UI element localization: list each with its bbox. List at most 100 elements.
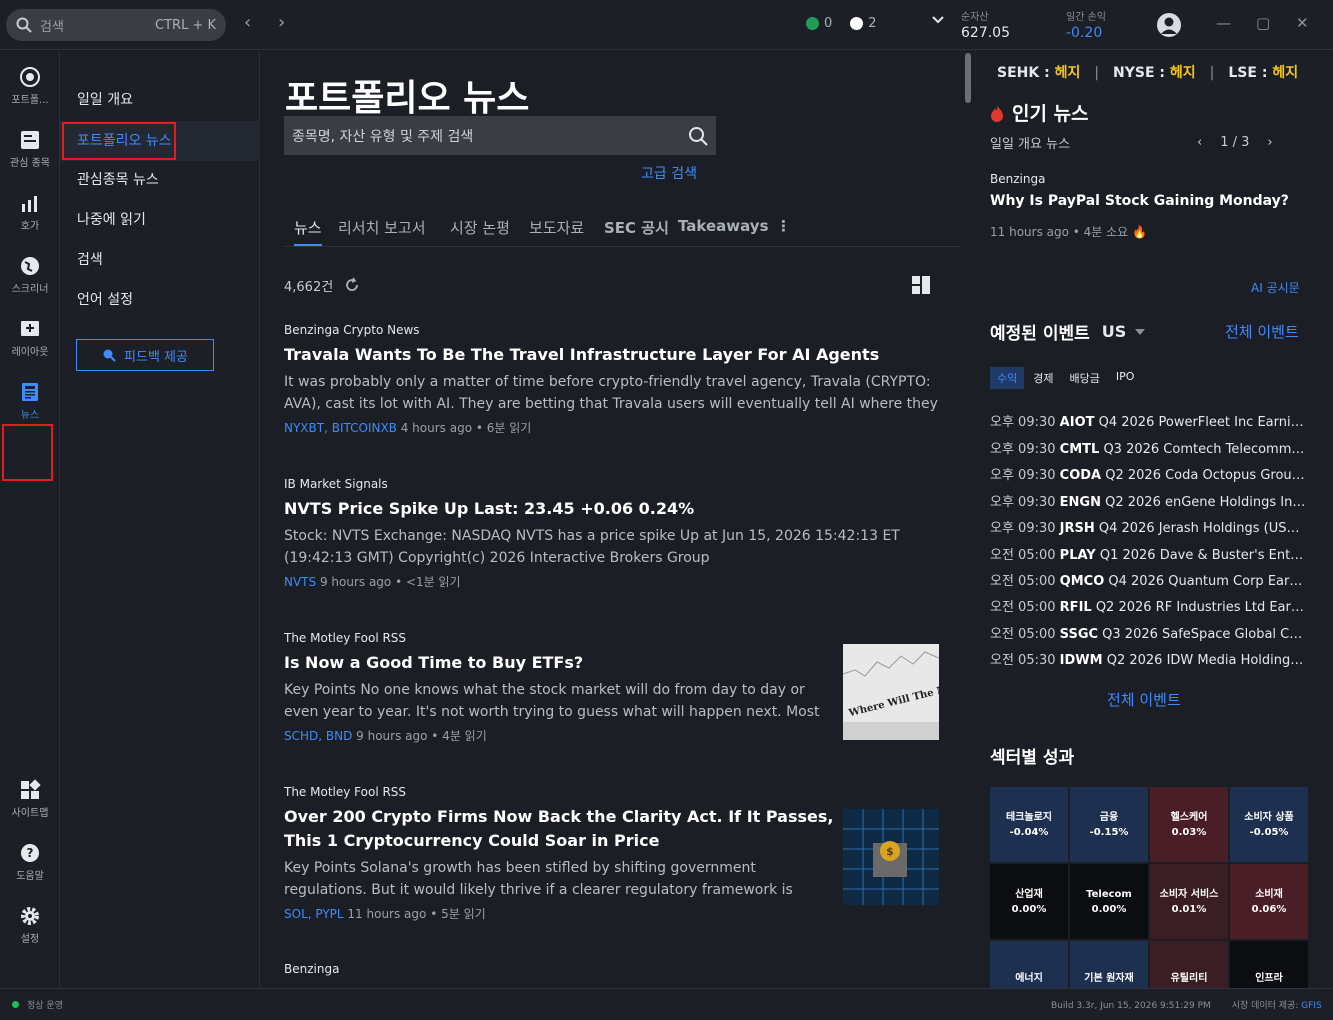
- trending-header: 인기 뉴스: [990, 99, 1089, 126]
- event-symbol: RFIL: [1059, 600, 1092, 615]
- event-time: 오전 05:00: [990, 574, 1056, 589]
- article-title[interactable]: Travala Wants To Be The Travel Infrastru…: [284, 343, 940, 367]
- article-title[interactable]: Is Now a Good Time to Buy ETFs?: [284, 651, 834, 675]
- event-symbol: QMCO: [1059, 574, 1105, 589]
- events-tab-earnings[interactable]: 수익: [990, 367, 1025, 389]
- search-icon[interactable]: [688, 126, 708, 146]
- event-symbol: AIOT: [1059, 415, 1095, 430]
- advanced-search-link[interactable]: 고급 검색: [641, 163, 697, 183]
- rail-item-settings[interactable]: 설정: [0, 905, 60, 945]
- article-title[interactable]: NVTS Price Spike Up Last: 23.45 +0.06 0.…: [284, 497, 940, 521]
- ai-summary-link[interactable]: AI 공시문: [1251, 279, 1300, 296]
- tab-sec-filings[interactable]: SEC 공시: [604, 217, 669, 238]
- event-row[interactable]: 오후 09:30 CODA Q2 2026 Coda Octopus Grou…: [990, 464, 1308, 483]
- sector-tile[interactable]: 테크놀로지 -0.04%: [990, 787, 1068, 862]
- right-panel: SEHK : 헤지 | NYSE : 헤지 | LSE : 헤지 인기 뉴스 일일 개요…: [974, 51, 1333, 1016]
- subnav-language[interactable]: 언어 설정: [60, 280, 260, 320]
- news-article[interactable]: The Motley Fool RSS Over 200 Crypto Firm…: [284, 785, 834, 922]
- events-tab-economic[interactable]: 경제: [1026, 367, 1060, 389]
- sector-name: 소비재: [1255, 888, 1283, 900]
- news-search-input[interactable]: 종목명, 자산 유형 및 주제 검색: [284, 116, 716, 155]
- tab-news[interactable]: 뉴스: [294, 217, 322, 246]
- rail-item-portfolio[interactable]: 포트폴...: [0, 66, 60, 106]
- close-icon[interactable]: ✕: [1296, 14, 1309, 32]
- feedback-label: 피드백 제공: [124, 349, 188, 365]
- rail-item-layout[interactable]: 레이아웃: [0, 318, 60, 358]
- feed-scrollbar[interactable]: [963, 51, 973, 988]
- feedback-button[interactable]: 피드백 제공: [76, 339, 214, 371]
- user-avatar-icon[interactable]: [1157, 13, 1181, 37]
- global-search-input[interactable]: 검색 CTRL + K: [6, 9, 226, 41]
- event-row[interactable]: 오전 05:00 SSGC Q3 2026 SafeSpace Global C…: [990, 623, 1308, 642]
- events-region-select[interactable]: US: [1102, 322, 1127, 341]
- news-article[interactable]: Benzinga Crypto News Travala Wants To Be…: [284, 323, 940, 436]
- next-page-icon[interactable]: ›: [1267, 135, 1272, 150]
- tab-commentary[interactable]: 시장 논평: [450, 217, 510, 238]
- refresh-icon[interactable]: [344, 277, 360, 293]
- article-source: Benzinga: [284, 962, 340, 976]
- tab-research[interactable]: 리서치 보고서: [338, 217, 426, 238]
- events-tab-ipo[interactable]: IPO: [1109, 367, 1142, 389]
- news-article[interactable]: Benzinga: [284, 962, 940, 982]
- article-tickers[interactable]: SCHD, BND: [284, 729, 352, 743]
- article-thumbnail[interactable]: Where Will The Market Go Next: [843, 644, 939, 740]
- tab-takeaways[interactable]: Takeaways: [678, 217, 769, 235]
- sector-tile[interactable]: Telecom 0.00%: [1070, 864, 1148, 939]
- chevron-down-icon[interactable]: [1134, 328, 1146, 336]
- sector-tile[interactable]: 금융 -0.15%: [1070, 787, 1148, 862]
- connection-status[interactable]: 0 2: [806, 16, 877, 31]
- rail-label: 스크리너: [11, 284, 49, 295]
- rail-item-quotes[interactable]: 호가: [0, 192, 60, 232]
- news-article[interactable]: The Motley Fool RSS Is Now a Good Time t…: [284, 631, 834, 744]
- event-time: 오전 05:30: [990, 653, 1056, 668]
- event-row[interactable]: 오전 05:00 QMCO Q4 2026 Quantum Corp Ear…: [990, 570, 1308, 589]
- article-title[interactable]: Over 200 Crypto Firms Now Back the Clari…: [284, 805, 834, 853]
- subnav-search[interactable]: 검색: [60, 240, 260, 280]
- trending-title: 인기 뉴스: [1012, 103, 1089, 125]
- provider-link[interactable]: GFIS: [1301, 1001, 1322, 1011]
- sector-tile[interactable]: 헬스케어 0.03%: [1150, 787, 1228, 862]
- events-tab-dividends[interactable]: 배당금: [1063, 367, 1107, 389]
- sector-name: 기본 원자재: [1084, 973, 1134, 984]
- minimize-icon[interactable]: —: [1216, 14, 1231, 32]
- news-article[interactable]: IB Market Signals NVTS Price Spike Up La…: [284, 477, 940, 590]
- article-tickers[interactable]: NVTS: [284, 575, 316, 589]
- sector-tile[interactable]: 소비재 0.06%: [1230, 864, 1308, 939]
- subnav-watchlist-news[interactable]: 관심종목 뉴스: [60, 160, 260, 200]
- rail-item-sitemap[interactable]: 사이트맵: [0, 779, 60, 819]
- scrollbar-thumb[interactable]: [965, 53, 971, 103]
- sector-tile[interactable]: 소비자 서비스 0.01%: [1150, 864, 1228, 939]
- event-row[interactable]: 오후 09:30 JRSH Q4 2026 Jerash Holdings (U…: [990, 517, 1308, 536]
- event-row[interactable]: 오후 09:30 AIOT Q4 2026 PowerFleet Inc Ear…: [990, 411, 1308, 430]
- trending-headline[interactable]: Why Is PayPal Stock Gaining Monday?: [990, 193, 1289, 209]
- build-info: Build 3.3r, Jun 15, 2026 9:51:29 PM 시장 데…: [1051, 998, 1322, 1011]
- sector-tile[interactable]: 소비자 상품 -0.05%: [1230, 787, 1308, 862]
- forward-arrow-icon[interactable]: ›: [278, 12, 285, 33]
- event-row[interactable]: 오전 05:00 PLAY Q1 2026 Dave & Buster's En…: [990, 544, 1308, 563]
- event-row[interactable]: 오후 09:30 ENGN Q2 2026 enGene Holdings In…: [990, 491, 1308, 510]
- event-row[interactable]: 오전 05:30 IDWM Q2 2026 IDW Media Holding…: [990, 649, 1308, 668]
- more-tabs-icon[interactable]: ⋮: [776, 217, 791, 235]
- tab-press-releases[interactable]: 보도자료: [529, 217, 584, 238]
- all-events-footer-link[interactable]: 전체 이벤트: [1107, 689, 1181, 710]
- subnav-daily-overview[interactable]: 일일 개요: [60, 80, 260, 120]
- event-row[interactable]: 오전 05:00 RFIL Q2 2026 RF Industries Ltd …: [990, 596, 1308, 615]
- back-arrow-icon[interactable]: ‹: [244, 12, 251, 33]
- rail-item-screener[interactable]: 스크리너: [0, 255, 60, 295]
- layout-toggle-icon[interactable]: [912, 276, 930, 294]
- maximize-icon[interactable]: ▢: [1256, 14, 1270, 32]
- event-row[interactable]: 오후 09:30 CMTL Q3 2026 Comtech Telecomm…: [990, 438, 1308, 457]
- article-tickers[interactable]: NYXBT, BITCOINXB: [284, 421, 397, 435]
- rail-item-help[interactable]: ? 도움말: [0, 842, 60, 882]
- all-events-link[interactable]: 전체 이벤트: [1225, 321, 1299, 342]
- left-rail: 포트폴... 관심 종목 호가 스크리너 레이아웃 뉴스 사이트맵 ? 도움말 …: [0, 51, 60, 988]
- article-source: The Motley Fool RSS: [284, 631, 407, 645]
- rail-item-news[interactable]: 뉴스: [0, 381, 60, 421]
- prev-page-icon[interactable]: ‹: [1197, 135, 1202, 150]
- rail-item-watchlist[interactable]: 관심 종목: [0, 129, 60, 169]
- article-tickers[interactable]: SOL, PYPL: [284, 907, 344, 921]
- sector-tile[interactable]: 산업재 0.00%: [990, 864, 1068, 939]
- article-thumbnail[interactable]: $: [843, 809, 939, 905]
- chevron-down-icon[interactable]: [930, 12, 946, 28]
- subnav-read-later[interactable]: 나중에 읽기: [60, 200, 260, 240]
